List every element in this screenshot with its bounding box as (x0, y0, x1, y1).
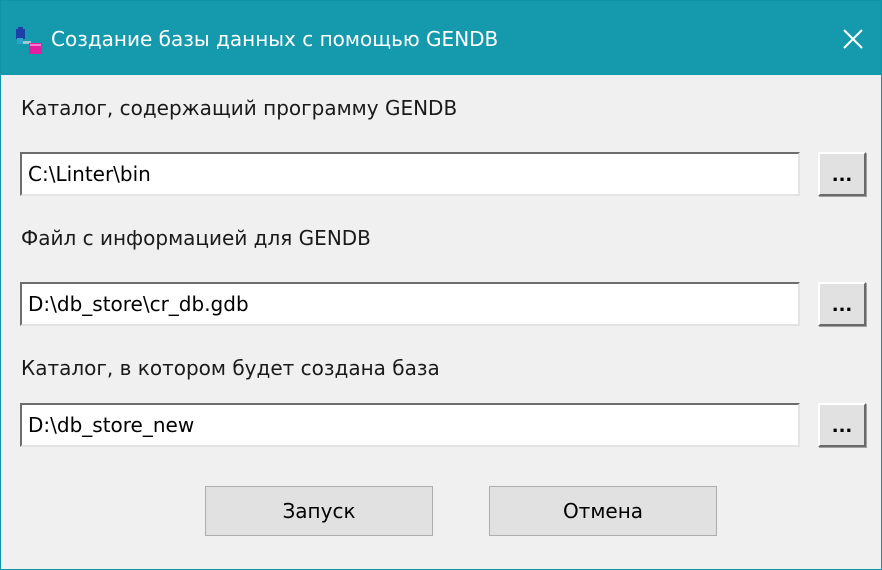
database-app-icon (16, 27, 42, 54)
target-dir-input[interactable] (20, 403, 800, 447)
gendb-info-file-label: Файл с информацией для GENDB (21, 226, 371, 250)
window-title: Создание базы данных с помощью GENDB (51, 27, 499, 51)
browse-target-dir-button[interactable]: ... (818, 403, 866, 447)
gendb-dir-input[interactable] (20, 152, 800, 196)
gendb-dir-label: Каталог, содержащий программу GENDB (21, 96, 458, 120)
run-button[interactable]: Запуск (205, 486, 433, 536)
dialog-window: Создание базы данных с помощью GENDB Кат… (0, 0, 882, 570)
browse-gendb-dir-button[interactable]: ... (818, 152, 866, 196)
title-bar[interactable]: Создание базы данных с помощью GENDB (1, 1, 881, 75)
close-button[interactable] (825, 15, 881, 63)
close-icon (843, 29, 863, 49)
target-dir-label: Каталог, в котором будет создана база (21, 356, 440, 380)
gendb-info-file-input[interactable] (20, 282, 800, 326)
browse-info-file-button[interactable]: ... (818, 282, 866, 326)
cancel-button[interactable]: Отмена (489, 486, 717, 536)
